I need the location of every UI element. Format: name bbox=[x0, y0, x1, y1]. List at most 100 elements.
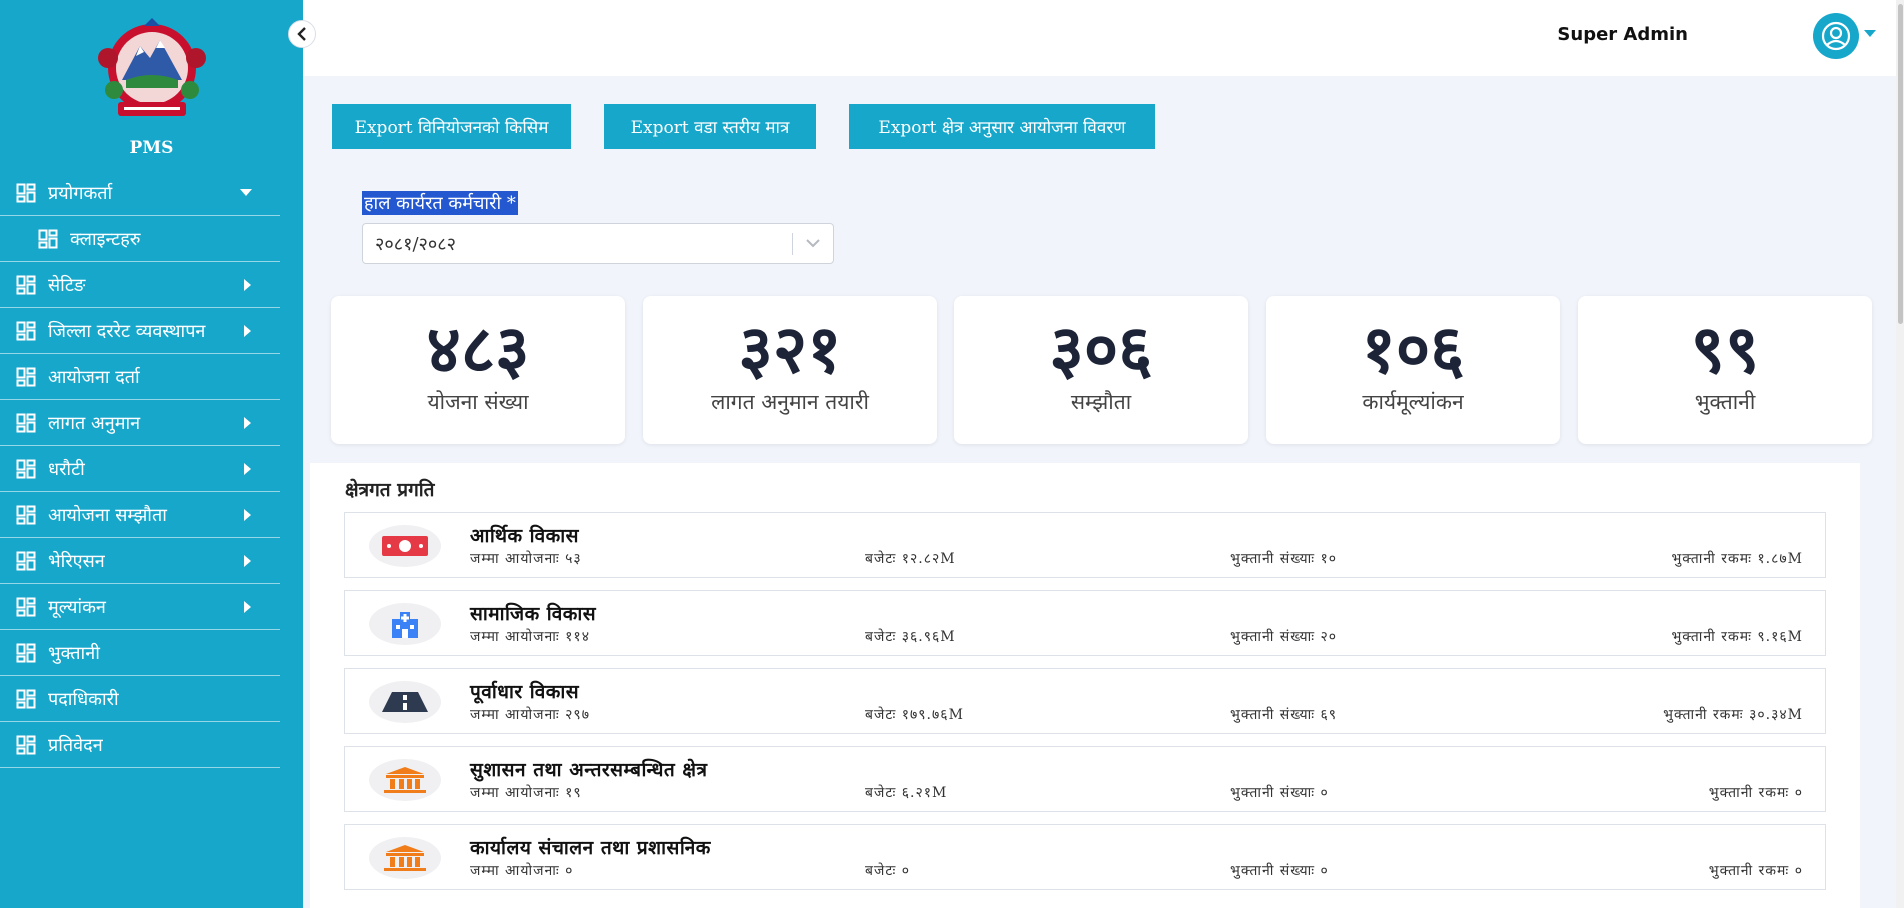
sidebar-item-deposit[interactable]: धरौटी bbox=[0, 446, 280, 492]
sidebar-item-users[interactable]: प्रयोगकर्ता bbox=[0, 170, 280, 216]
sector-payment-amount: भुक्तानी रकमः ० bbox=[1708, 863, 1803, 879]
sidebar-item-clients[interactable]: क्लाइन्टहरु bbox=[0, 216, 280, 262]
caret-right-icon bbox=[244, 416, 251, 429]
sector-budget: बजेटः ३६.९६M bbox=[865, 629, 956, 645]
sidebar-item-label: क्लाइन्टहरु bbox=[70, 228, 141, 250]
sector-payment-count: भुक्तानी संख्याः २० bbox=[1230, 629, 1338, 645]
caret-right-icon bbox=[244, 600, 251, 613]
dashboard-grid-icon bbox=[16, 413, 36, 432]
caret-right-icon bbox=[244, 462, 251, 475]
sector-projects: जम्मा आयोजनाः ० bbox=[470, 863, 574, 879]
sidebar-item-settings[interactable]: सेटिङ bbox=[0, 262, 280, 308]
sector-name: आर्थिक विकास bbox=[470, 525, 580, 547]
sidebar-item-label: प्रतिवेदन bbox=[48, 734, 103, 756]
caret-down-icon[interactable] bbox=[1864, 30, 1876, 38]
sector-projects: जम्मा आयोजनाः १९ bbox=[470, 785, 582, 801]
chevron-down-icon bbox=[806, 239, 820, 248]
sidebar-item-label: सेटिङ bbox=[48, 274, 86, 296]
stat-label: योजना संख्या bbox=[427, 390, 529, 414]
sidebar-item-label: प्रयोगकर्ता bbox=[48, 182, 113, 204]
sidebar-collapse-button[interactable] bbox=[288, 20, 316, 48]
export-sector-project-button[interactable]: Export क्षेत्र अनुसार आयोजना विवरण bbox=[849, 104, 1155, 149]
stat-card-cost-estimate[interactable]: ३२१ लागत अनुमान तयारी bbox=[643, 296, 937, 444]
sidebar-item-label: भुक्तानी bbox=[48, 642, 100, 664]
stat-value: ३०६ bbox=[1049, 311, 1153, 388]
sector-row-economic[interactable]: आर्थिक विकास जम्मा आयोजनाः ५३ बजेटः १२.८… bbox=[344, 512, 1826, 578]
dashboard-grid-icon bbox=[16, 367, 36, 386]
stat-label: कार्यमूल्यांकन bbox=[1362, 390, 1464, 414]
caret-right-icon bbox=[244, 278, 251, 291]
sector-row-governance[interactable]: सुशासन तथा अन्तरसम्बन्धित क्षेत्र जम्मा … bbox=[344, 746, 1826, 812]
sidebar-item-label: भेरिएसन bbox=[48, 550, 105, 572]
sector-payment-amount: भुक्तानी रकमः ९.१६M bbox=[1671, 629, 1803, 645]
institution-icon bbox=[369, 759, 441, 801]
dashboard-grid-icon bbox=[16, 459, 36, 478]
sector-payment-amount: भुक्तानी रकमः ३०.३४M bbox=[1663, 707, 1803, 723]
money-icon bbox=[369, 525, 441, 567]
stat-value: ३२१ bbox=[738, 311, 842, 388]
user-circle-icon bbox=[1821, 21, 1851, 51]
dashboard-grid-icon bbox=[16, 505, 36, 524]
sector-budget: बजेटः १२.८२M bbox=[865, 551, 956, 567]
sidebar-item-label: मूल्यांकन bbox=[48, 596, 106, 618]
sidebar-item-officials[interactable]: पदाधिकारी bbox=[0, 676, 280, 722]
sector-name: सुशासन तथा अन्तरसम्बन्धित क्षेत्र bbox=[470, 759, 708, 781]
sidebar-item-label: जिल्ला दररेट व्यवस्थापन bbox=[48, 320, 206, 342]
sector-row-office-admin[interactable]: कार्यालय संचालन तथा प्रशासनिक जम्मा आयोज… bbox=[344, 824, 1826, 890]
user-avatar-button[interactable] bbox=[1813, 13, 1859, 59]
hospital-icon bbox=[369, 603, 441, 645]
sector-name: पूर्वाधार विकास bbox=[470, 681, 580, 703]
sector-payment-count: भुक्तानी संख्याः ६९ bbox=[1230, 707, 1338, 723]
stat-value: ९९ bbox=[1690, 311, 1760, 388]
sidebar-item-project-agreement[interactable]: आयोजना सम्झौता bbox=[0, 492, 280, 538]
sector-payment-count: भुक्तानी संख्याः ० bbox=[1230, 863, 1329, 879]
sector-payment-amount: भुक्तानी रकमः १.८७M bbox=[1671, 551, 1803, 567]
select-chevron bbox=[793, 239, 833, 248]
export-ward-level-button[interactable]: Export वडा स्तरीय मात्र bbox=[604, 104, 816, 149]
fiscal-year-label: हाल कार्यरत कर्मचारी * bbox=[362, 191, 518, 215]
sidebar-item-evaluation[interactable]: मूल्यांकन bbox=[0, 584, 280, 630]
dashboard-grid-icon bbox=[38, 229, 58, 248]
sidebar-item-cost-estimate[interactable]: लागत अनुमान bbox=[0, 400, 280, 446]
sidebar-item-report[interactable]: प्रतिवेदन bbox=[0, 722, 280, 768]
sector-row-infrastructure[interactable]: पूर्वाधार विकास जम्मा आयोजनाः २९७ बजेटः … bbox=[344, 668, 1826, 734]
sidebar-item-project-registration[interactable]: आयोजना दर्ता bbox=[0, 354, 280, 400]
fiscal-year-value: २०८१/२०८२ bbox=[375, 233, 456, 255]
caret-right-icon bbox=[244, 554, 251, 567]
sidebar: PMS प्रयोगकर्ता क्लाइन्टहरु सेटिङ जिल्ला… bbox=[0, 0, 303, 908]
fiscal-year-select[interactable]: २०८१/२०८२ bbox=[362, 223, 834, 264]
stat-card-projects[interactable]: ४८३ योजना संख्या bbox=[331, 296, 625, 444]
stat-card-agreement[interactable]: ३०६ सम्झौता bbox=[954, 296, 1248, 444]
sector-budget: बजेटः ६.२१M bbox=[865, 785, 948, 801]
sidebar-item-district-rate[interactable]: जिल्ला दररेट व्यवस्थापन bbox=[0, 308, 280, 354]
dashboard-grid-icon bbox=[16, 597, 36, 616]
sector-progress-panel: क्षेत्रगत प्रगति आर्थिक विकास जम्मा आयोज… bbox=[310, 463, 1860, 908]
scrollbar-thumb[interactable] bbox=[1898, 4, 1903, 324]
road-icon bbox=[369, 681, 441, 723]
caret-down-icon bbox=[240, 188, 252, 196]
nepal-emblem-logo bbox=[97, 18, 206, 116]
sidebar-item-label: पदाधिकारी bbox=[48, 688, 119, 710]
export-allocation-type-button[interactable]: Export विनियोजनको किसिम bbox=[332, 104, 571, 149]
dashboard-grid-icon bbox=[16, 183, 36, 202]
sector-payment-count: भुक्तानी संख्याः ० bbox=[1230, 785, 1329, 801]
sidebar-item-variation[interactable]: भेरिएसन bbox=[0, 538, 280, 584]
sector-projects: जम्मा आयोजनाः २९७ bbox=[470, 707, 590, 723]
caret-right-icon bbox=[244, 324, 251, 337]
sector-row-social[interactable]: सामाजिक विकास जम्मा आयोजनाः ११४ बजेटः ३६… bbox=[344, 590, 1826, 656]
sidebar-item-label: आयोजना सम्झौता bbox=[48, 504, 167, 526]
stat-label: सम्झौता bbox=[1070, 390, 1132, 414]
stat-label: भुक्तानी bbox=[1694, 390, 1756, 414]
chevron-left-icon bbox=[297, 27, 306, 41]
stat-label: लागत अनुमान तयारी bbox=[711, 390, 869, 414]
top-header: Super Admin bbox=[303, 0, 1904, 76]
dashboard-grid-icon bbox=[16, 735, 36, 754]
sidebar-item-payment[interactable]: भुक्तानी bbox=[0, 630, 280, 676]
dashboard-grid-icon bbox=[16, 275, 36, 294]
institution-icon bbox=[369, 837, 441, 879]
sidebar-item-label: आयोजना दर्ता bbox=[48, 366, 140, 388]
stat-card-evaluation[interactable]: १०६ कार्यमूल्यांकन bbox=[1266, 296, 1560, 444]
stat-card-payment[interactable]: ९९ भुक्तानी bbox=[1578, 296, 1872, 444]
sector-payment-count: भुक्तानी संख्याः १० bbox=[1230, 551, 1338, 567]
user-name: Super Admin bbox=[1557, 24, 1688, 45]
